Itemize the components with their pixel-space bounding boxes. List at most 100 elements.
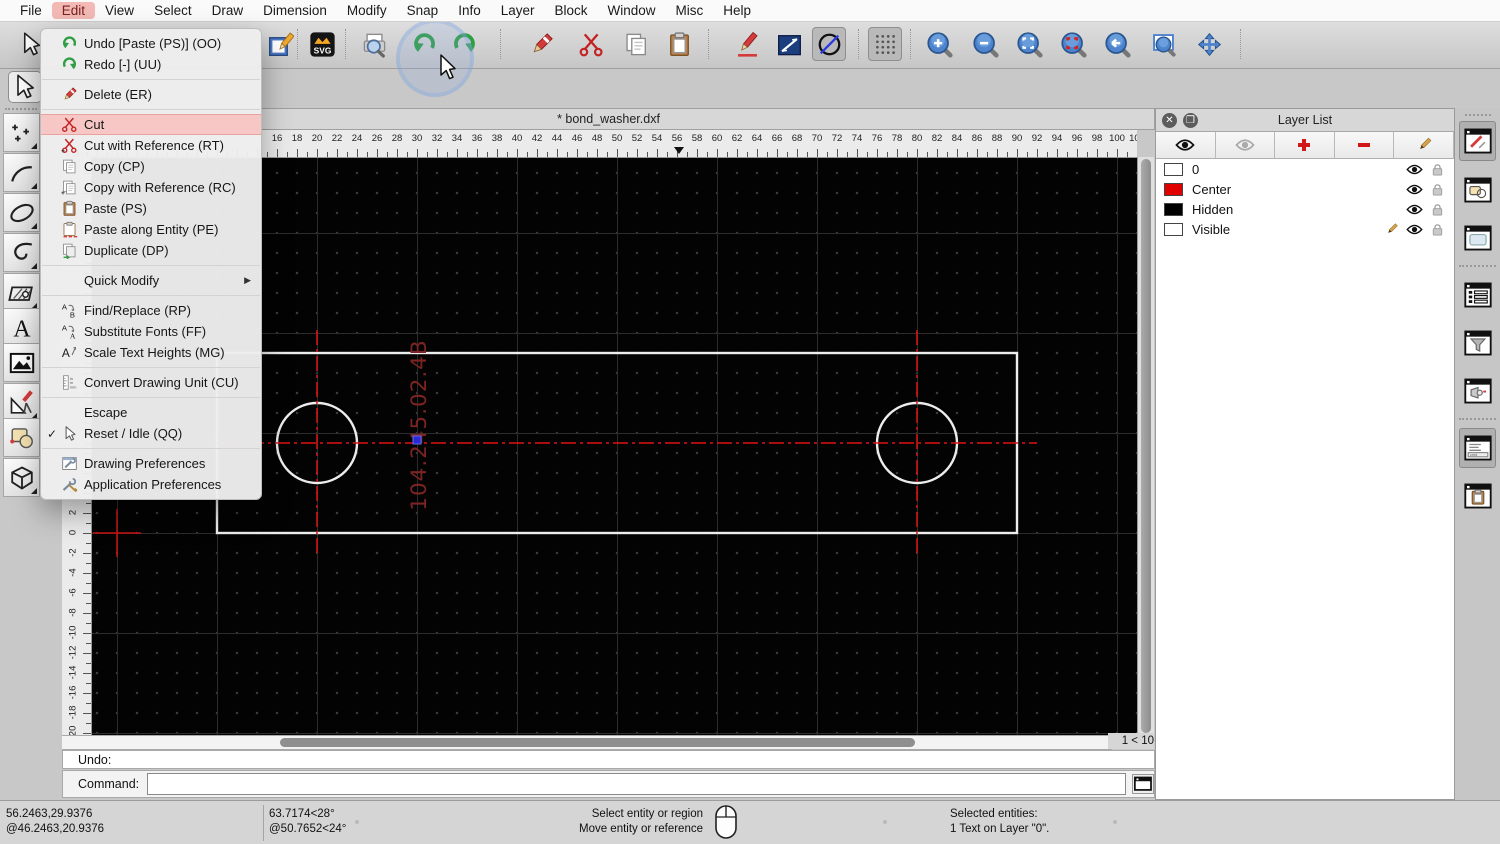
edit-pencil-icon[interactable]: [1377, 223, 1400, 236]
layer-visibility-icon[interactable]: [1400, 163, 1423, 176]
menubar-item-modify[interactable]: Modify: [337, 2, 397, 19]
circle-icon[interactable]: [812, 27, 846, 61]
selection-tool[interactable]: [8, 71, 42, 103]
menubar-item-dimension[interactable]: Dimension: [253, 2, 337, 19]
menubar-item-window[interactable]: Window: [598, 2, 666, 19]
edit-layer-button[interactable]: [1394, 132, 1454, 158]
edit-menu-dropdown: Undo [Paste (PS)] (OO)Redo [-] (UU) Delet…: [40, 28, 262, 500]
menubar-item-block[interactable]: Block: [545, 2, 598, 19]
remove-layer-button[interactable]: [1335, 132, 1395, 158]
menu-item-duplicate-dp[interactable]: Duplicate (DP): [41, 240, 261, 261]
menu-item-copy-cp[interactable]: Copy (CP): [41, 156, 261, 177]
vertical-scrollbar-thumb[interactable]: [1141, 159, 1151, 733]
layer-lock-icon[interactable]: [1423, 183, 1446, 196]
layer-visibility-icon[interactable]: [1400, 223, 1423, 236]
solid-tool[interactable]: [3, 458, 40, 497]
menu-item-undo-paste-ps-oo[interactable]: Undo [Paste (PS)] (OO): [41, 33, 261, 54]
layer-color-swatch[interactable]: [1164, 223, 1183, 236]
pan-icon[interactable]: [1192, 27, 1226, 61]
zoom-window-icon[interactable]: [1146, 27, 1180, 61]
menu-item-paste-along-entity-pe[interactable]: Paste along Entity (PE): [41, 219, 261, 240]
ellipse-tool[interactable]: [3, 193, 40, 232]
paste-icon[interactable]: [662, 27, 696, 61]
drawing-edit-icon[interactable]: [263, 27, 297, 61]
menubar-item-draw[interactable]: Draw: [202, 2, 254, 19]
menubar-item-select[interactable]: Select: [144, 2, 202, 19]
previous-view-icon[interactable]: [1100, 27, 1134, 61]
measure-tool[interactable]: [3, 383, 40, 422]
vertical-scrollbar[interactable]: [1137, 157, 1154, 735]
horizontal-scrollbar[interactable]: [62, 735, 1112, 750]
line-icon[interactable]: [772, 27, 806, 61]
menubar-item-snap[interactable]: Snap: [397, 2, 449, 19]
clipboard-panel-panel-toggle[interactable]: [1459, 476, 1496, 516]
layer-color-swatch[interactable]: [1164, 163, 1183, 176]
command-history-panel-toggle[interactable]: [1459, 275, 1496, 315]
layer-row-0[interactable]: 0: [1156, 159, 1454, 179]
grid-icon[interactable]: [868, 27, 902, 61]
menubar-item-edit[interactable]: Edit: [52, 2, 95, 19]
menu-item-paste-ps[interactable]: Paste (PS): [41, 198, 261, 219]
menu-item-find-replace-rp[interactable]: ABFind/Replace (RP): [41, 300, 261, 321]
layer-row-visible[interactable]: Visible: [1156, 219, 1454, 239]
zoom-selection-icon[interactable]: [1056, 27, 1090, 61]
copy-icon[interactable]: [619, 27, 653, 61]
horizontal-scrollbar-thumb[interactable]: [280, 738, 915, 747]
menubar-item-help[interactable]: Help: [713, 2, 761, 19]
print-preview-icon[interactable]: [357, 27, 391, 61]
hatch-tool[interactable]: [3, 273, 40, 312]
svg-export-icon[interactable]: SVG: [305, 27, 339, 61]
menu-item-quick-modify[interactable]: Quick Modify▶: [41, 270, 261, 291]
menu-item-delete-er[interactable]: Delete (ER): [41, 84, 261, 105]
auto-zoom-icon[interactable]: [1012, 27, 1046, 61]
show-all-button[interactable]: [1156, 132, 1216, 158]
layer-row-center[interactable]: Center: [1156, 179, 1454, 199]
layer-list-panel-toggle[interactable]: [1459, 121, 1496, 161]
menubar-item-file[interactable]: File: [10, 2, 52, 19]
menu-item-convert-drawing-unit-cu[interactable]: inmmmConvert Drawing Unit (CU): [41, 372, 261, 393]
menu-item-copy-with-reference-rc[interactable]: +Copy with Reference (RC): [41, 177, 261, 198]
command-window-icon[interactable]: [1132, 774, 1154, 794]
menu-item-scale-text-heights-mg[interactable]: AScale Text Heights (MG): [41, 342, 261, 363]
menu-item-drawing-preferences[interactable]: Drawing Preferences: [41, 453, 261, 474]
command-input[interactable]: [147, 773, 1126, 795]
polyline-tool[interactable]: [3, 233, 40, 272]
layer-row-hidden[interactable]: Hidden: [1156, 199, 1454, 219]
menubar-item-layer[interactable]: Layer: [491, 2, 545, 19]
menu-item-application-preferences[interactable]: Application Preferences: [41, 474, 261, 495]
menu-item-substitute-fonts-ff[interactable]: AASubstitute Fonts (FF): [41, 321, 261, 342]
property-editor-panel-toggle[interactable]: [1459, 218, 1496, 258]
arc-tool[interactable]: [3, 153, 40, 192]
delete-icon[interactable]: [524, 27, 558, 61]
image-tool[interactable]: [3, 343, 40, 382]
add-layer-button[interactable]: [1275, 132, 1335, 158]
menu-item-redo-uu[interactable]: Redo [-] (UU): [41, 54, 261, 75]
view-toggle-panel-toggle[interactable]: [1459, 371, 1496, 411]
layer-visibility-icon[interactable]: [1400, 203, 1423, 216]
zoom-out-icon[interactable]: [968, 27, 1002, 61]
layer-color-swatch[interactable]: [1164, 183, 1183, 196]
menubar-item-info[interactable]: Info: [448, 2, 491, 19]
block-list-panel-toggle[interactable]: [1459, 170, 1496, 210]
layer-lock-icon[interactable]: [1423, 223, 1446, 236]
hide-all-button[interactable]: [1216, 132, 1276, 158]
menubar-item-view[interactable]: View: [95, 2, 144, 19]
command-line-panel-toggle[interactable]: cmd: [1459, 428, 1496, 468]
layer-lock-icon[interactable]: [1423, 203, 1446, 216]
selection-filter-panel-toggle[interactable]: [1459, 323, 1496, 363]
zoom-in-icon[interactable]: [922, 27, 956, 61]
point-tool[interactable]: [3, 113, 40, 152]
menu-item-escape[interactable]: Escape: [41, 402, 261, 423]
ruler-tick: [587, 152, 588, 157]
menubar-item-misc[interactable]: Misc: [666, 2, 714, 19]
menu-item-cut-with-reference-rt[interactable]: +Cut with Reference (RT): [41, 135, 261, 156]
text-edit-icon[interactable]: [730, 27, 764, 61]
block-tool[interactable]: [3, 418, 40, 457]
menu-item-cut[interactable]: Cut: [41, 114, 261, 135]
menu-item-reset-idle-qq[interactable]: ✓Reset / Idle (QQ): [41, 423, 261, 444]
layer-lock-icon[interactable]: [1423, 163, 1446, 176]
text-tool[interactable]: A: [3, 308, 40, 347]
layer-visibility-icon[interactable]: [1400, 183, 1423, 196]
layer-color-swatch[interactable]: [1164, 203, 1183, 216]
cut-icon[interactable]: [574, 27, 608, 61]
